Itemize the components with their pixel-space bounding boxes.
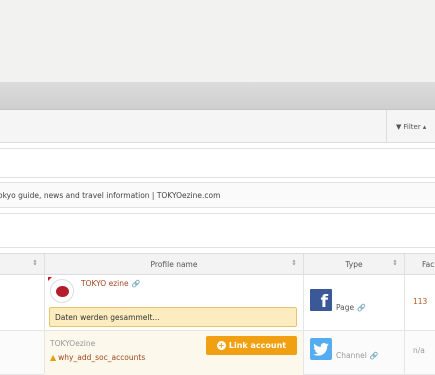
twitter-icon bbox=[310, 338, 332, 360]
column-divider bbox=[404, 275, 405, 330]
column-divider bbox=[303, 331, 304, 374]
profile-name-text: TOKYOezine bbox=[50, 339, 96, 348]
link-icon[interactable]: 🔗 bbox=[132, 280, 141, 288]
profile-name-text: TOKYO ezine bbox=[81, 279, 129, 288]
column-divider bbox=[44, 331, 45, 374]
filter-label: Filter bbox=[403, 122, 421, 131]
empty-field[interactable] bbox=[0, 148, 435, 178]
fac-value: 113 bbox=[413, 297, 428, 306]
flag-marker-icon bbox=[48, 277, 52, 281]
column-header-label: Fac bbox=[422, 260, 435, 269]
description-field[interactable]: okyo guide, news and travel information … bbox=[0, 182, 435, 208]
section-header-bar bbox=[0, 82, 435, 110]
facebook-icon: f bbox=[310, 289, 332, 311]
column-divider bbox=[303, 275, 304, 330]
column-header-label: Profile name bbox=[150, 260, 198, 269]
main-panel: ▼ Filter ▴ okyo guide, news and travel i… bbox=[0, 110, 435, 375]
link-account-button[interactable]: + Link account bbox=[206, 336, 297, 355]
description-text: okyo guide, news and travel information … bbox=[0, 190, 221, 200]
table-row: TOKYOezine ▲ why_add_soc_accounts + Link… bbox=[0, 331, 435, 375]
table-row: TOKYO ezine 🔗 Daten werden gesammelt... f… bbox=[0, 275, 435, 331]
sort-icon[interactable]: ⇕ bbox=[291, 259, 297, 267]
column-divider bbox=[44, 275, 45, 330]
fac-value: n/a bbox=[413, 346, 425, 355]
column-header-profile-name[interactable]: Profile name ⇕ bbox=[44, 254, 303, 275]
toolbar: ▼ Filter ▴ bbox=[0, 110, 435, 143]
sort-icon[interactable]: ⇕ bbox=[392, 259, 398, 267]
column-header-first[interactable]: ⇕ bbox=[0, 254, 44, 275]
column-divider bbox=[404, 331, 405, 374]
type-label: Page 🔗 bbox=[336, 303, 366, 312]
plus-circle-icon: + bbox=[216, 341, 226, 350]
type-text: Channel bbox=[336, 351, 367, 360]
column-header-label: Type bbox=[345, 260, 363, 269]
link-icon[interactable]: 🔗 bbox=[357, 304, 366, 312]
status-message: Daten werden gesammelt... bbox=[49, 307, 297, 327]
table-header: ⇕ Profile name ⇕ Type ⇕ Fac bbox=[0, 253, 435, 275]
sort-icon[interactable]: ⇕ bbox=[32, 259, 38, 267]
link-icon[interactable]: 🔗 bbox=[370, 352, 379, 360]
warning-text: why_add_soc_accounts bbox=[58, 353, 146, 362]
column-header-fac[interactable]: Fac bbox=[404, 254, 435, 275]
profile-name-link[interactable]: TOKYO ezine 🔗 bbox=[81, 279, 140, 288]
empty-field-2[interactable] bbox=[0, 213, 435, 248]
warning-link[interactable]: ▲ why_add_soc_accounts bbox=[50, 353, 145, 362]
avatar bbox=[50, 279, 74, 303]
type-label: Channel 🔗 bbox=[336, 351, 379, 360]
page-top-area bbox=[0, 0, 435, 82]
link-account-label: Link account bbox=[228, 341, 287, 350]
type-text: Page bbox=[336, 303, 355, 312]
column-header-type[interactable]: Type ⇕ bbox=[303, 254, 404, 275]
chevron-up-icon: ▴ bbox=[422, 122, 427, 131]
warning-icon: ▲ bbox=[50, 353, 57, 362]
status-message-text: Daten werden gesammelt... bbox=[55, 312, 160, 322]
filter-icon: ▼ bbox=[396, 122, 402, 131]
filter-button[interactable]: ▼ Filter ▴ bbox=[386, 110, 435, 143]
